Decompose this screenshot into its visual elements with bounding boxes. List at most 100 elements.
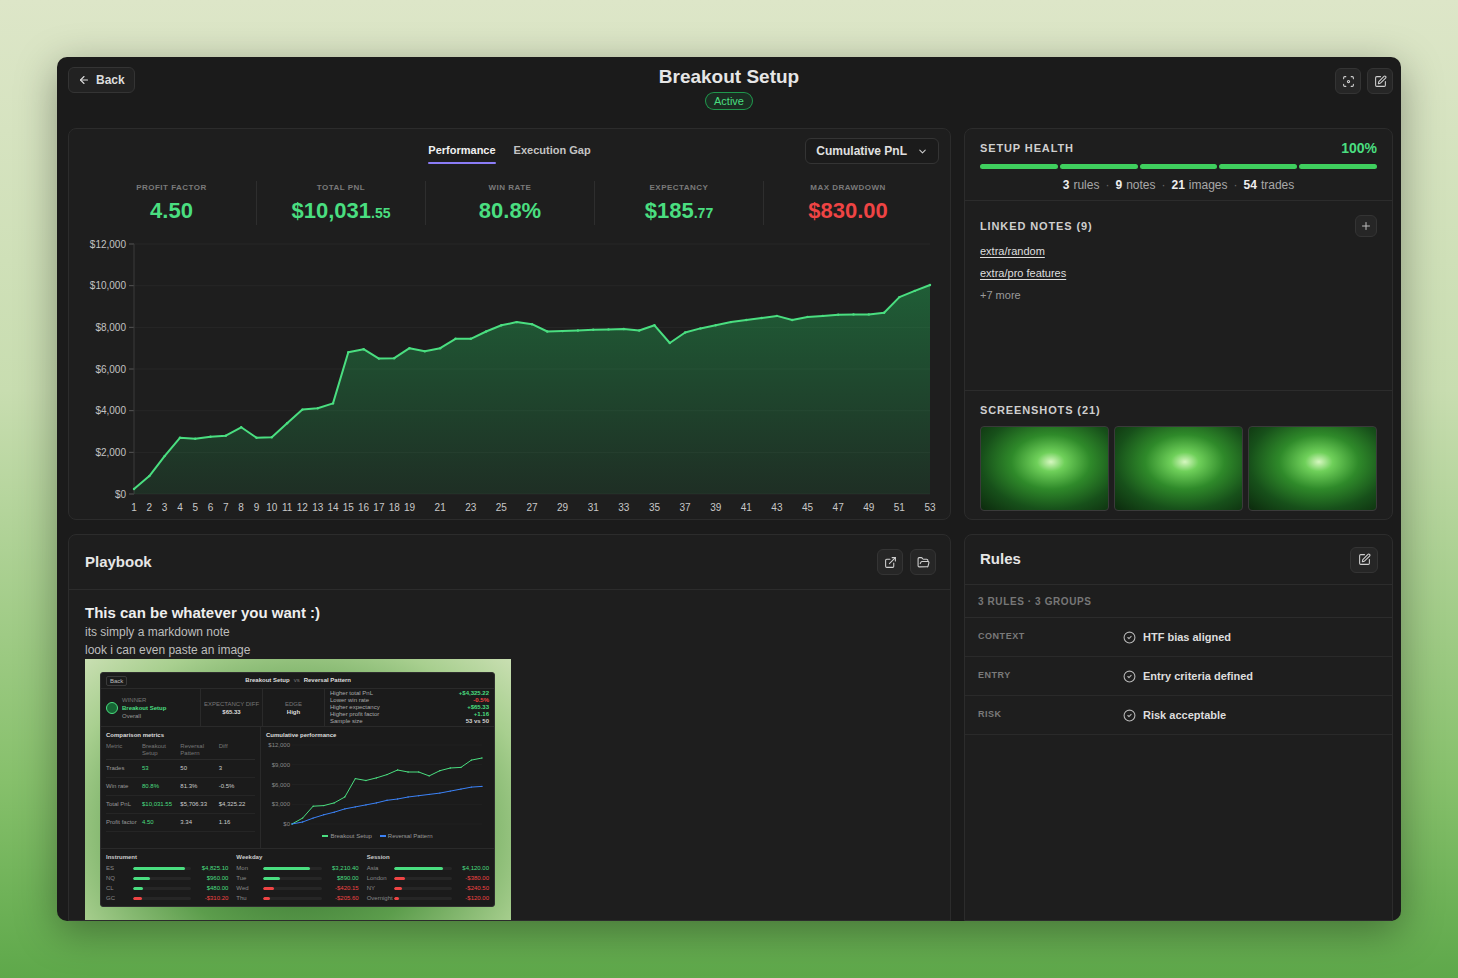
more-notes[interactable]: +7 more <box>980 285 1377 305</box>
count-separator: · <box>1161 176 1165 194</box>
x-tick-label: 14 <box>327 502 339 513</box>
left-column: PerformanceExecution Gap Cumulative PnL … <box>68 128 951 921</box>
count-separator: · <box>1234 176 1238 194</box>
note-link[interactable]: extra/pro features <box>980 262 1066 284</box>
rule-item[interactable]: Entry criteria defined <box>1123 668 1253 685</box>
add-note-button[interactable] <box>1355 215 1377 237</box>
breakdown-track <box>394 877 452 880</box>
y-tick <box>129 327 134 328</box>
playbook-header: Playbook <box>69 535 950 590</box>
thumbnail-row <box>980 426 1377 511</box>
breakdown-value: -$310.20 <box>194 895 228 902</box>
tab-underline <box>428 162 495 164</box>
highlight-text: Sample size <box>330 718 363 725</box>
breakdown-label: Mon <box>236 865 260 872</box>
embed-series-point <box>397 798 398 799</box>
embed-series-point <box>460 788 461 789</box>
edit-icon <box>1358 553 1371 566</box>
embed-y-tick: $3,000 <box>272 801 291 807</box>
metrics-cell: $5,706.33 <box>180 801 216 808</box>
metrics-cell: $4,325.22 <box>219 801 255 808</box>
x-tick-label: 7 <box>223 502 229 513</box>
header-left: Back <box>57 57 659 128</box>
edit-rules-button[interactable] <box>1350 547 1378 573</box>
screenshot-thumbnail[interactable] <box>1248 426 1377 511</box>
screenshot-thumbnail[interactable] <box>1114 426 1243 511</box>
legend-label: Breakout Setup <box>330 832 371 840</box>
pnl-point <box>408 347 410 349</box>
x-tick-label: 29 <box>557 502 569 513</box>
embed-series-point <box>418 771 419 772</box>
embed-series-point <box>407 771 408 772</box>
pnl-point <box>424 350 426 352</box>
metrics-cell: 80.8% <box>142 783 178 790</box>
rule-group-row: RISKRisk acceptable <box>965 696 1392 735</box>
breakdown-label: CL <box>106 885 130 892</box>
stat-number: $10,031 <box>292 198 372 224</box>
count-value: 3 <box>1063 176 1070 194</box>
rule-group-name: CONTEXT <box>965 630 1123 644</box>
tab-label: Execution Gap <box>514 142 591 159</box>
breakdown-value: $960.00 <box>194 875 228 882</box>
stat-number: $185 <box>645 198 694 224</box>
embed-series-point <box>365 780 366 781</box>
x-tick-label: 1 <box>131 502 137 513</box>
stat: WIN RATE80.8% <box>425 181 594 225</box>
health-segment-fill <box>1060 164 1138 169</box>
open-external-button[interactable] <box>877 549 903 575</box>
highlight-row: Higher total PnL+$4,325.22 <box>330 690 489 697</box>
check-circle-icon <box>1123 670 1136 683</box>
breakdown-group: InstrumentES$4,825.10NQ$960.00CL$480.00G… <box>106 853 228 902</box>
x-tick-label: 18 <box>389 502 401 513</box>
note-link[interactable]: extra/random <box>980 240 1045 262</box>
x-tick-label: 6 <box>208 502 214 513</box>
x-tick-label: 23 <box>465 502 477 513</box>
embed-series-point <box>302 821 303 822</box>
chart-dropdown[interactable]: Cumulative PnL <box>805 138 939 164</box>
winner-label: WINNER <box>122 696 166 704</box>
rules-title: Rules <box>980 548 1021 571</box>
embed-series-point <box>471 759 472 760</box>
breakdown-fill <box>394 887 402 890</box>
pnl-point <box>592 329 594 331</box>
y-tick-label: $0 <box>115 489 127 500</box>
status-badge: Active <box>705 92 753 110</box>
metrics-title: Comparison metrics <box>106 731 255 740</box>
embed-series-point <box>471 786 472 787</box>
embed-series-point <box>386 774 387 775</box>
health-bar <box>980 164 1377 169</box>
embed-series-point <box>323 805 324 806</box>
x-tick-label: 11 <box>282 502 293 513</box>
pnl-point <box>179 437 181 439</box>
back-button[interactable]: Back <box>68 67 135 93</box>
x-tick-label: 41 <box>741 502 753 513</box>
breakdown-fill <box>133 867 185 870</box>
rule-item[interactable]: Risk acceptable <box>1123 707 1226 724</box>
breakdown-row: London-$380.00 <box>367 875 489 882</box>
metrics-cell: -0.5% <box>219 783 255 790</box>
pnl-point <box>516 321 518 323</box>
chevron-down-icon <box>917 146 928 157</box>
x-tick-label: 10 <box>266 502 278 513</box>
pnl-point <box>684 331 686 333</box>
pnl-point <box>914 290 916 292</box>
pnl-point <box>852 313 854 315</box>
rules-summary: 3 RULES · 3 GROUPS <box>965 585 1392 618</box>
health-counts: 3rules·9notes·21images·54trades <box>980 176 1377 194</box>
embed-title-a: Breakout Setup <box>245 676 289 685</box>
open-folder-button[interactable] <box>910 549 936 575</box>
screenshot-thumbnail[interactable] <box>980 426 1109 511</box>
legend-swatch <box>380 835 386 837</box>
breakdown-row: Tue$890.00 <box>236 875 358 882</box>
embed-series-point <box>460 767 461 768</box>
pnl-point <box>454 338 456 340</box>
winner-name: Breakout Setup <box>122 704 166 712</box>
tab[interactable]: Execution Gap <box>514 142 591 165</box>
x-tick-label: 17 <box>373 502 385 513</box>
rule-item[interactable]: HTF bias aligned <box>1123 629 1231 646</box>
health-section: SETUP HEALTH 100% 3rules·9notes·21images… <box>965 129 1392 201</box>
tab[interactable]: Performance <box>428 142 495 165</box>
edit-button[interactable] <box>1367 68 1393 94</box>
stat-number: $830.00 <box>808 198 888 224</box>
scan-button[interactable] <box>1335 68 1361 94</box>
